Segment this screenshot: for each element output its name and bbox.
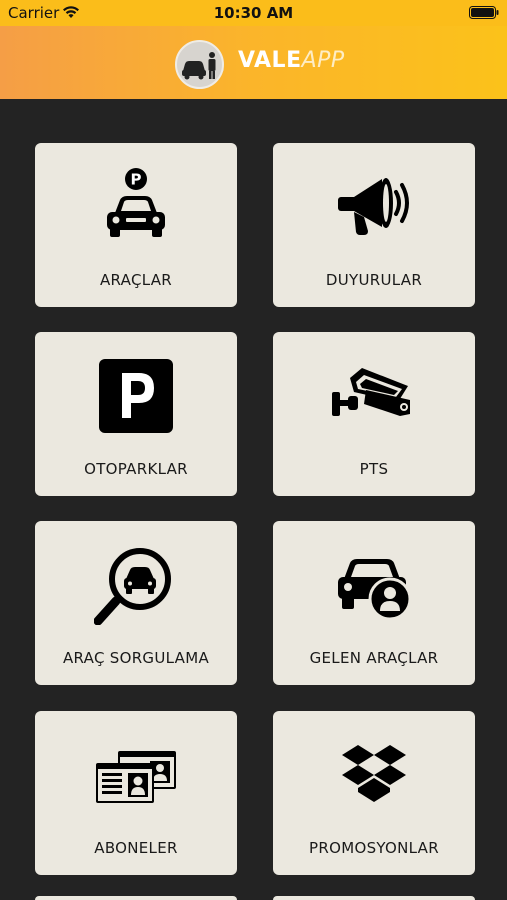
car-search-icon [94,548,171,625]
menu-tile-label: DUYURULAR [325,271,423,289]
menu-tile-label: ABONELER [94,839,178,857]
menu-tile-aboneler[interactable]: ABONELER [35,711,237,875]
car-person-icon [338,559,412,621]
menu-tile-label: PTS [359,460,389,478]
status-time: 10:30 AM [213,4,294,22]
app-logo-text: VALEAPP [238,48,345,73]
menu-tile-label: GELEN ARAÇLAR [309,649,439,667]
menu-tile-label: ARAÇLAR [99,271,173,289]
svg-text:P: P [131,171,142,189]
menu-tile-araclar[interactable]: P ARAÇLAR [35,143,237,307]
menu-tile-pts[interactable]: PTS [273,332,475,496]
app-header: VALEAPP [0,26,507,99]
menu-tile-label: OTOPARKLAR [84,460,188,478]
next-row-peek [0,893,507,900]
valet-car-icon [182,52,216,80]
menu-tile-otoparklar[interactable]: OTOPARKLAR [35,332,237,496]
camera-icon [332,368,410,416]
battery-icon [469,6,499,19]
id-cards-icon [96,751,176,803]
logo-badge [175,40,224,89]
megaphone-icon [338,178,409,235]
menu-tile-arac-sorgulama[interactable]: ARAÇ SORGULAMA [35,521,237,685]
status-bar: Carrier 10:30 AM [0,0,507,26]
menu-tile-label: ARAÇ SORGULAMA [62,649,210,667]
parking-car-icon: P [107,168,165,237]
dropbox-icon [342,745,406,802]
menu-tile-label: PROMOSYONLAR [309,839,439,857]
menu-tile-promosyonlar[interactable]: PROMOSYONLAR [273,711,475,875]
parking-sign-icon [99,359,173,433]
menu-tile-duyurular[interactable]: DUYURULAR [273,143,475,307]
menu-tile-gelen-araclar[interactable]: GELEN ARAÇLAR [273,521,475,685]
